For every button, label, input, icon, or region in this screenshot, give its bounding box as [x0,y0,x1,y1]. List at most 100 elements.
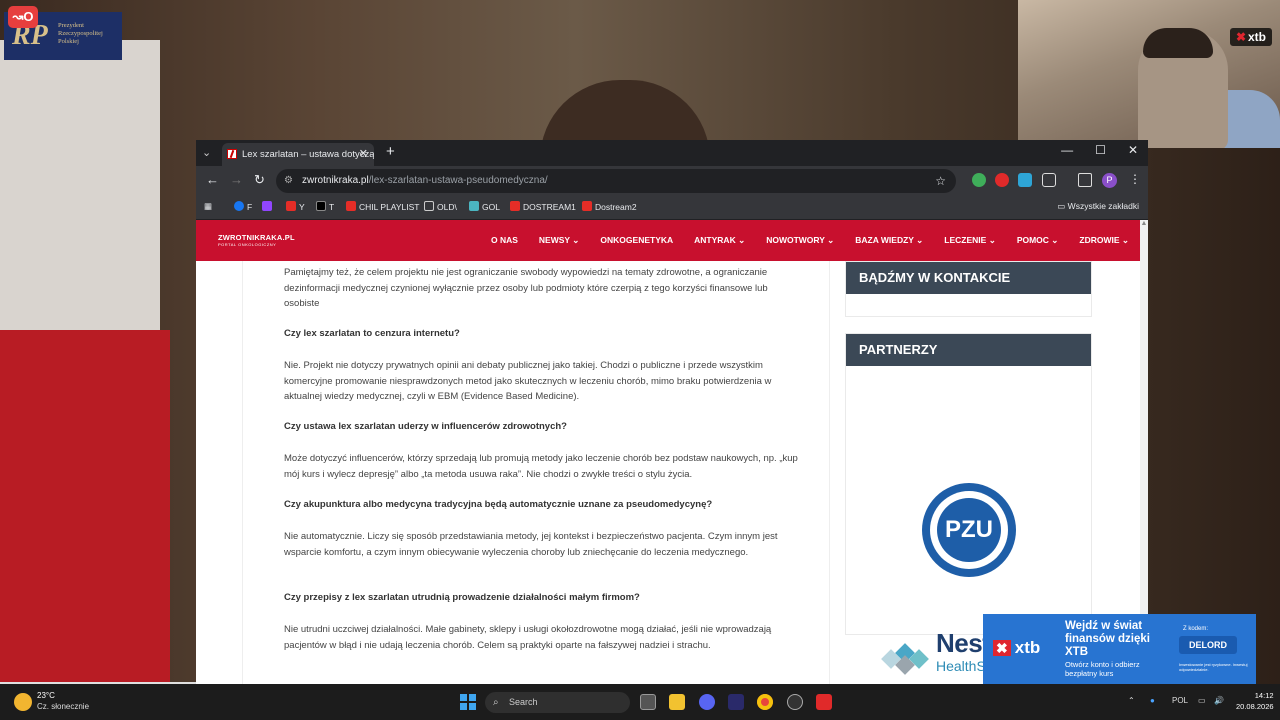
red-app-icon[interactable] [816,694,832,710]
menu-zdrowie[interactable]: ZDROWIE ⌄ [1079,220,1129,261]
back-arrow-icon[interactable]: ← [206,172,219,187]
clock-date: 20.08.2026 [1236,702,1274,711]
tab-active[interactable]: Lex szarlatan – ustawa dotycząca ✕ [222,143,374,166]
faq-answer: Nie utrudni uczciwej działalności. Małe … [284,624,772,651]
url-path: /lex-szarlatan-ustawa-pseudomedyczna/ [368,175,548,186]
faq-question: Czy ustawa lex szarlatan uderzy w influe… [284,421,567,432]
contact-widget-title: BĄDŹMY W KONTAKCIE [846,262,1091,294]
xtb-brand: xtb [1014,638,1041,657]
menu-nowotwory[interactable]: NOWOTWORY ⌄ [766,220,834,261]
bookmark-label: CHIL PLAYLIST [359,202,420,212]
menu-o-nas[interactable]: O NAS [491,220,518,261]
url-input[interactable]: ⚙ zwrotnikraka.pl/lex-szarlatan-ustawa-p… [276,169,956,193]
x-logo-icon [316,201,326,211]
new-tab-plus-icon[interactable]: + [386,143,395,160]
extension-red-icon[interactable] [995,173,1009,187]
menu-onkogenetyka[interactable]: ONKOGENETYKA [600,220,673,261]
discord-icon[interactable] [699,694,715,710]
site-logo[interactable]: ZWROTNIKRAKA.PL PORTAL ONKOLOGICZNY [218,233,295,247]
sparkle-app-icon[interactable] [728,694,744,710]
menu-pomoc[interactable]: POMOC ⌄ [1017,220,1059,261]
contact-widget: BĄDŹMY W KONTAKCIE [845,261,1092,317]
bookmark-twitch[interactable] [262,201,275,212]
faq-question: Czy akupunktura albo medycyna tradycyjna… [284,499,713,510]
windows-start-icon[interactable] [460,694,476,710]
close-window-icon[interactable]: ✕ [1128,143,1138,157]
volume-icon[interactable]: 🔊 [1214,696,1224,705]
youtube-icon [510,201,520,211]
reload-icon[interactable]: ↻ [254,172,265,188]
pzu-logo[interactable]: PZU [922,483,1016,577]
xtb-ad-banner[interactable]: ✖ xtb Wejdź w świat finansów dzięki XTB O… [983,614,1256,684]
forward-arrow-icon[interactable]: → [230,172,243,187]
youtube-icon [286,201,296,211]
stream-key-icon: ↝O [8,6,38,28]
bookmark-dostream1[interactable]: DOSTREAM1 [510,201,576,212]
bookmark-gol[interactable]: GOL [469,201,500,212]
facebook-icon [234,201,244,211]
language-indicator[interactable]: POL [1172,696,1188,705]
scroll-up-icon[interactable]: ▲ [1140,220,1148,227]
xtb-code-label: Z kodem: [1183,626,1209,632]
webcam-xtb-badge: ✖ xtb [1229,28,1272,46]
faq-question: Czy przepisy z lex szarlatan utrudnią pr… [284,592,640,603]
bookmark-facebook[interactable]: F [234,201,252,212]
partners-widget-title: PARTNERZY [846,334,1091,366]
bookmark-folder-old[interactable]: OLD\ [424,201,457,212]
menu-antyrak[interactable]: ANTYRAK ⌄ [694,220,745,261]
menu-baza-wiedzy[interactable]: BAZA WIEDZY ⌄ [855,220,923,261]
extensions-puzzle-icon[interactable] [1042,173,1056,187]
flag-red-stripe [0,330,170,690]
search-icon: ⌕ [493,697,499,708]
profile-avatar[interactable]: P [1102,173,1117,188]
site-favicon-icon [227,149,237,159]
bookmark-youtube-y[interactable]: Y [286,201,305,212]
chrome-icon[interactable] [757,694,773,710]
weather-description: Cz. słonecznie [37,702,90,711]
minimize-icon[interactable]: — [1061,143,1073,157]
file-explorer-icon[interactable] [669,694,685,710]
twitch-icon [262,201,272,211]
browser-window: ⌄ Lex szarlatan – ustawa dotycząca ✕ + —… [196,140,1148,685]
site-info-icon[interactable]: ⚙ [284,169,293,193]
xtb-disclaimer: Inwestowanie jest ryzykowne. Inwestuj od… [1179,662,1248,672]
taskbar-clock[interactable]: 14:12 20.08.2026 [1236,690,1274,712]
bookmark-label: Y [299,202,305,212]
bookmark-star-icon[interactable]: ☆ [935,169,946,193]
tab-search-chevron-icon[interactable]: ⌄ [202,146,211,159]
windows-taskbar: 23°C Cz. słonecznie ⌕ Search ⌃ ● POL ▭ 🔊 … [0,684,1280,720]
xtb-ad-subtext: Otwórz konto i odbierz bezpłatny kurs [1065,660,1140,678]
flag-white-stripe [0,40,160,340]
bookmark-chil-playlist[interactable]: CHIL PLAYLIST [346,201,419,212]
all-bookmarks-folder[interactable]: ▭ Wszystkie zakładki [1057,201,1139,212]
pzu-logo-text: PZU [937,498,1001,562]
clock-time: 14:12 [1254,691,1274,700]
tab-title: Lex szarlatan – ustawa dotycząca [242,149,374,160]
network-icon[interactable]: ▭ [1198,696,1206,705]
menu-leczenie[interactable]: LECZENIE ⌄ [944,220,996,261]
browser-menu-icon[interactable]: ⋮ [1129,172,1141,186]
menu-newsy[interactable]: NEWSY ⌄ [539,220,580,261]
maximize-icon[interactable]: ☐ [1095,143,1106,157]
obs-icon[interactable] [787,694,803,710]
extension-green-icon[interactable] [972,173,986,187]
faq-answer: Może dotyczyć influencerów, którzy sprze… [284,453,798,480]
bookmark-label: T [329,202,335,212]
microphone-icon[interactable]: ● [1150,696,1155,705]
extension-blue-icon[interactable] [1018,173,1032,187]
bookmarks-bar: ▦ F Y T CHIL PLAYLIST OLD\ GOL DOSTREAM1… [196,196,1148,220]
taskbar-search-input[interactable]: ⌕ Search [485,692,630,713]
bookmark-label: F [247,202,253,212]
start-tile [460,694,467,701]
tray-chevron-icon[interactable]: ⌃ [1128,696,1135,705]
reading-list-icon[interactable] [1078,173,1092,187]
xtb-ad-logo: ✖ xtb [993,638,1040,658]
task-view-icon[interactable] [640,694,656,710]
bookmark-label: Dostream2 [595,202,637,212]
bookmark-dostream2[interactable]: Dostream2 [582,201,637,212]
tab-bar: ⌄ Lex szarlatan – ustawa dotycząca ✕ + —… [196,140,1148,166]
bookmark-x-twitter[interactable]: T [316,201,334,212]
tab-close-icon[interactable]: ✕ [359,143,368,166]
apps-grid-icon[interactable]: ▦ [204,201,212,212]
xtb-ad-headline: Wejdź w świat finansów dzięki XTB [1065,620,1150,658]
